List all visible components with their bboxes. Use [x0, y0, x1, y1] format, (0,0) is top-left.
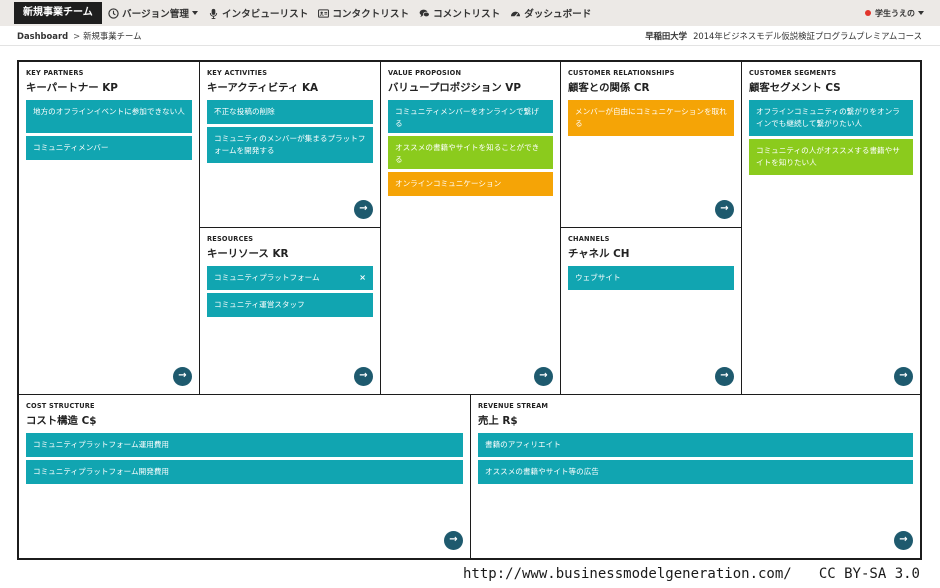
- breadcrumb-bar: Dashboard > 新規事業チーム 早稲田大学 2014年ビジネスモデル仮説…: [0, 26, 940, 46]
- block-title-en: CUSTOMER SEGMENTS: [749, 69, 837, 77]
- main-nav: バージョン管理 インタビューリスト コンタクトリスト コメントリスト ダッシュボ…: [108, 0, 601, 26]
- chevron-down-icon: [918, 11, 924, 15]
- block-title-jp: コスト構造 C$: [26, 415, 97, 427]
- block-title-jp: キーパートナー KP: [26, 82, 118, 94]
- sticky-note[interactable]: コミュニティのメンバーが集まるプラットフォームを開発する: [207, 127, 373, 163]
- block-key-partners: KEY PARTNERS キーパートナー KP 地方のオフラインイベントに参加で…: [19, 62, 200, 395]
- arrow-right-icon[interactable]: →: [715, 367, 734, 386]
- block-customer-relationships: CUSTOMER RELATIONSHIPS 顧客との関係 CR メンバーが自由…: [561, 62, 742, 228]
- close-icon[interactable]: ×: [359, 272, 366, 284]
- sticky-note[interactable]: メンバーが自由にコミュニケーションを取れる: [568, 100, 734, 136]
- nav-label: ダッシュボード: [524, 9, 592, 20]
- block-key-activities: KEY ACTIVITIES キーアクティビティ KA 不正な投稿の削除 コミュ…: [200, 62, 381, 228]
- block-title-jp: チャネル CH: [568, 248, 630, 260]
- block-title-en: CUSTOMER RELATIONSHIPS: [568, 69, 675, 77]
- nav-label: コンタクトリスト: [332, 9, 410, 20]
- note-list: 地方のオフラインイベントに参加できない人 コミュニティメンバー: [26, 100, 192, 163]
- nav-interview-list[interactable]: インタビューリスト: [208, 6, 308, 20]
- block-key-resources: RESOURCES キーリソース KR コミュニティプラットフォーム × コミュ…: [200, 228, 381, 395]
- block-title-en: CHANNELS: [568, 235, 610, 243]
- block-channels: CHANNELS チャネル CH ウェブサイト →: [561, 228, 742, 395]
- user-status-icon: [865, 10, 871, 16]
- arrow-right-icon[interactable]: →: [173, 367, 192, 386]
- block-title-en: REVENUE STREAM: [478, 402, 549, 410]
- block-cost-structure: COST STRUCTURE コスト構造 C$ コミュニティプラットフォーム運用…: [19, 395, 471, 558]
- note-list: コミュニティプラットフォーム運用費用 コミュニティプラットフォーム開発費用: [26, 433, 463, 487]
- nav-version-control[interactable]: バージョン管理: [108, 6, 198, 20]
- clock-icon: [108, 7, 119, 19]
- license-label: CC BY-SA 3.0: [818, 566, 920, 582]
- arrow-right-icon[interactable]: →: [894, 531, 913, 550]
- nav-label: バージョン管理: [122, 9, 189, 20]
- arrow-right-icon[interactable]: →: [444, 531, 463, 550]
- course-info: 早稲田大学 2014年ビジネスモデル仮説検証プログラムプレミアムコース: [645, 26, 922, 46]
- sticky-note[interactable]: 地方のオフラインイベントに参加できない人: [26, 100, 192, 133]
- sticky-note[interactable]: オフラインコミュニティの繋がりをオンラインでも継続して繋がりたい人: [749, 100, 913, 136]
- block-value-proposition: VALUE PROPOSION バリュープロポジション VP コミュニティメンバ…: [381, 62, 561, 395]
- block-title-jp: 顧客との関係 CR: [568, 82, 650, 94]
- note-list: メンバーが自由にコミュニケーションを取れる: [568, 100, 734, 139]
- microphone-icon: [209, 8, 218, 19]
- user-menu[interactable]: 学生うえの: [865, 0, 924, 26]
- address-card-icon: [318, 8, 330, 18]
- block-title-jp: バリュープロポジション VP: [388, 82, 521, 94]
- block-title-en: KEY ACTIVITIES: [207, 69, 268, 77]
- arrow-right-icon[interactable]: →: [715, 200, 734, 219]
- note-text: コミュニティプラットフォーム: [214, 273, 320, 282]
- dashboard-icon: [511, 11, 521, 17]
- user-name: 学生うえの: [875, 8, 915, 18]
- breadcrumb-dashboard-link[interactable]: Dashboard: [17, 31, 68, 41]
- sticky-note[interactable]: オススメの書籍やサイトを知ることができる: [388, 136, 553, 169]
- sticky-note[interactable]: コミュニティ運営スタッフ: [207, 293, 373, 317]
- nav-contact-list[interactable]: コンタクトリスト: [318, 6, 409, 20]
- note-list: 不正な投稿の削除 コミュニティのメンバーが集まるプラットフォームを開発する: [207, 100, 373, 166]
- block-title-jp: 顧客セグメント CS: [749, 82, 841, 94]
- course-name: 2014年ビジネスモデル仮説検証プログラムプレミアムコース: [693, 31, 922, 41]
- sticky-note[interactable]: コミュニティの人がオススメする書籍やサイトを知りたい人: [749, 139, 913, 175]
- arrow-right-icon[interactable]: →: [894, 367, 913, 386]
- sticky-note[interactable]: 書籍のアフィリエイト: [478, 433, 913, 457]
- breadcrumb-separator: >: [73, 31, 81, 41]
- team-brand[interactable]: 新規事業チーム: [14, 2, 102, 24]
- note-list: コミュニティメンバーをオンラインで繋げる オススメの書籍やサイトを知ることができ…: [388, 100, 553, 199]
- block-title-en: RESOURCES: [207, 235, 254, 243]
- chevron-down-icon: [191, 11, 198, 15]
- sticky-note[interactable]: コミュニティプラットフォーム ×: [207, 266, 373, 290]
- block-title-jp: キーアクティビティ KA: [207, 82, 319, 94]
- top-navbar: 新規事業チーム バージョン管理 インタビューリスト コンタクトリスト コメントリ…: [0, 0, 940, 26]
- arrow-right-icon[interactable]: →: [534, 367, 553, 386]
- sticky-note[interactable]: ウェブサイト: [568, 266, 734, 290]
- nav-dashboard[interactable]: ダッシュボード: [510, 6, 591, 20]
- breadcrumb-current: 新規事業チーム: [83, 31, 142, 41]
- sticky-note[interactable]: コミュニティプラットフォーム運用費用: [26, 433, 463, 457]
- breadcrumb: Dashboard > 新規事業チーム: [17, 26, 141, 46]
- block-title-en: KEY PARTNERS: [26, 69, 84, 77]
- sticky-note[interactable]: 不正な投稿の削除: [207, 100, 373, 124]
- sticky-note[interactable]: コミュニティメンバーをオンラインで繋げる: [388, 100, 553, 133]
- nav-label: インタビューリスト: [221, 9, 309, 20]
- block-revenue-stream: REVENUE STREAM 売上 R$ 書籍のアフィリエイト オススメの書籍や…: [471, 395, 920, 558]
- nav-comment-list[interactable]: コメントリスト: [419, 6, 500, 20]
- sticky-note[interactable]: コミュニティメンバー: [26, 136, 192, 160]
- arrow-right-icon[interactable]: →: [354, 367, 373, 386]
- block-customer-segments: CUSTOMER SEGMENTS 顧客セグメント CS オフラインコミュニティ…: [742, 62, 920, 395]
- nav-label: コメントリスト: [433, 9, 501, 20]
- arrow-right-icon[interactable]: →: [354, 200, 373, 219]
- block-title-en: COST STRUCTURE: [26, 402, 95, 410]
- business-model-canvas: KEY PARTNERS キーパートナー KP 地方のオフラインイベントに参加で…: [17, 60, 922, 560]
- sticky-note[interactable]: オススメの書籍やサイト等の広告: [478, 460, 913, 484]
- university-name: 早稲田大学: [645, 31, 688, 41]
- sticky-note[interactable]: コミュニティプラットフォーム開発費用: [26, 460, 463, 484]
- sticky-note[interactable]: オンラインコミュニケーション: [388, 172, 553, 196]
- comments-icon: [419, 9, 430, 17]
- note-list: オフラインコミュニティの繋がりをオンラインでも継続して繋がりたい人 コミュニティ…: [749, 100, 913, 178]
- block-title-jp: 売上 R$: [478, 415, 518, 427]
- note-list: ウェブサイト: [568, 266, 734, 293]
- note-list: コミュニティプラットフォーム × コミュニティ運営スタッフ: [207, 266, 373, 320]
- source-url: http://www.businessmodelgeneration.com/: [463, 566, 792, 582]
- block-title-en: VALUE PROPOSION: [388, 69, 462, 77]
- block-title-jp: キーリソース KR: [207, 248, 289, 260]
- note-list: 書籍のアフィリエイト オススメの書籍やサイト等の広告: [478, 433, 913, 487]
